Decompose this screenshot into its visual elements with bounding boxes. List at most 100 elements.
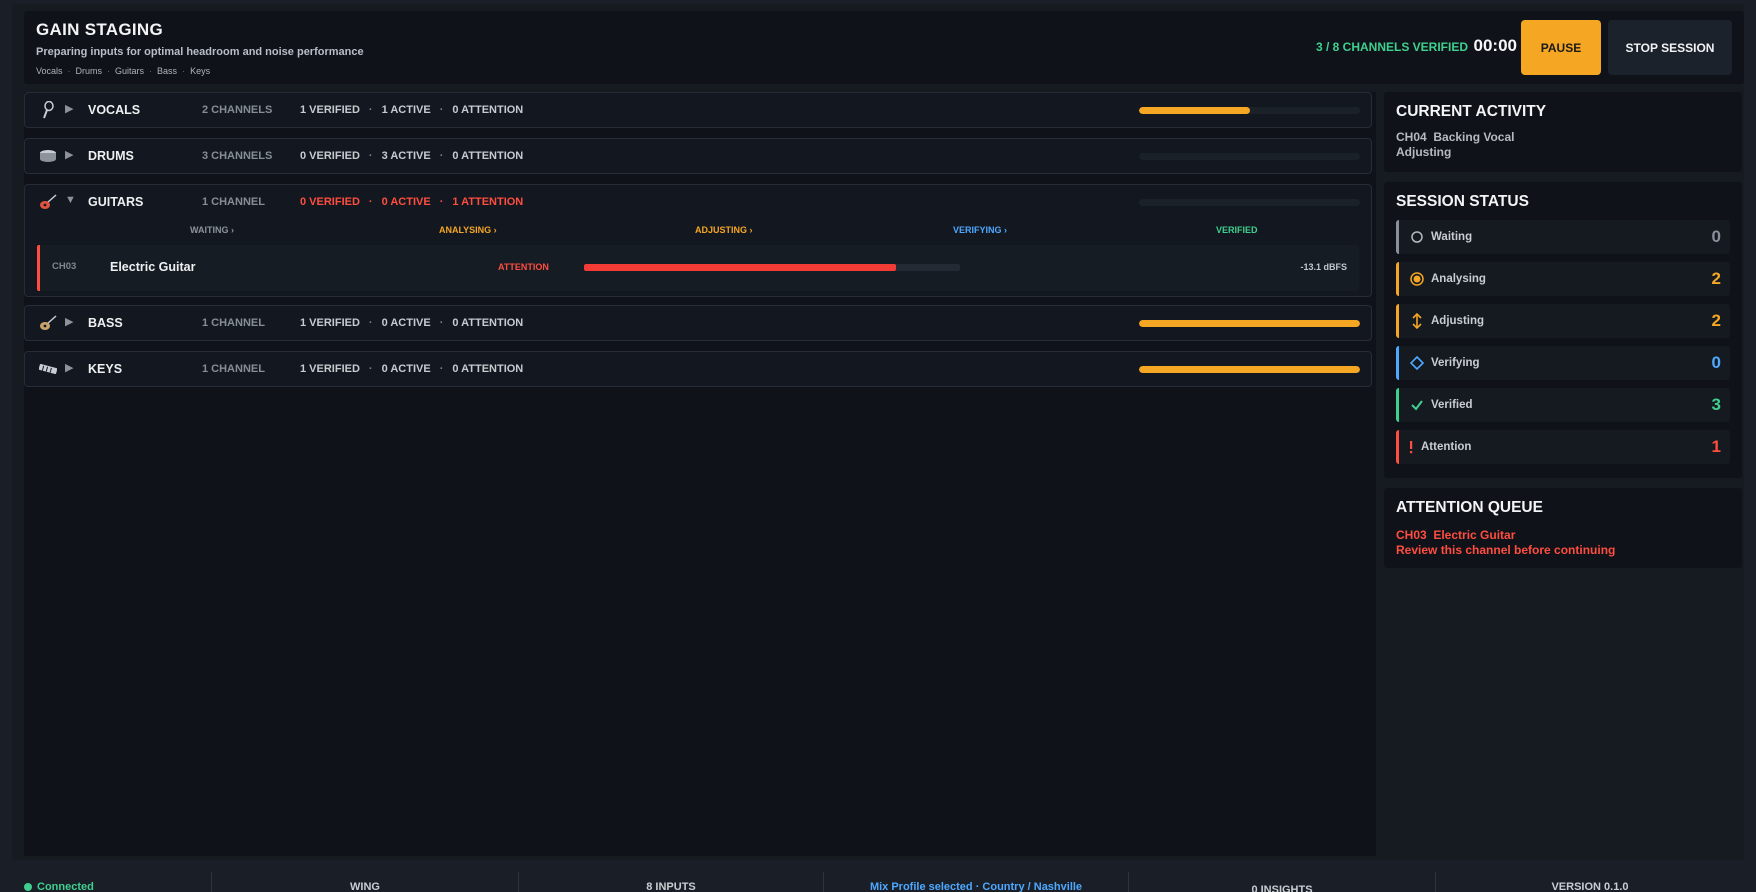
group-stats: 1 VERIFIED · 0 ACTIVE · 0 ATTENTION	[300, 317, 523, 329]
stat-separator: ·	[368, 150, 373, 162]
status-label: Attention	[1421, 441, 1472, 453]
status-label: Verifying	[1431, 357, 1480, 369]
active-count: 1 ACTIVE	[381, 104, 431, 116]
group-drums[interactable]: ▶ DRUMS 3 CHANNELS 0 VERIFIED · 3 ACTIVE…	[24, 138, 1372, 174]
active-count: 3 ACTIVE	[381, 150, 431, 162]
status-row-analysing[interactable]: Analysing 2	[1396, 262, 1730, 296]
category-vocals: Vocals	[36, 66, 63, 76]
connection-status: Connected	[12, 872, 212, 892]
pause-button[interactable]: PAUSE	[1521, 20, 1601, 75]
group-stats: 0 VERIFIED · 3 ACTIVE · 0 ATTENTION	[300, 150, 523, 162]
page-subtitle: Preparing inputs for optimal headroom an…	[36, 46, 364, 58]
channel-group-list: ▶ VOCALS 2 CHANNELS 1 VERIFIED · 1 ACTIV…	[24, 92, 1376, 856]
group-channel-count: 1 CHANNEL	[202, 317, 265, 329]
category-keys: Keys	[190, 66, 211, 76]
status-value: 0	[1711, 353, 1721, 372]
attention-count: 1 ATTENTION	[452, 196, 524, 208]
group-guitars[interactable]: ▼ GUITARS 1 CHANNEL 0 VERIFIED · 0 ACTIV…	[24, 184, 1372, 297]
channel-id: CH03	[52, 261, 77, 272]
exclamation-icon	[1403, 439, 1419, 455]
status-value: 3	[1711, 395, 1721, 414]
active-count: 0 ACTIVE	[381, 317, 431, 329]
attention-count: 0 ATTENTION	[452, 104, 524, 116]
group-progress-bar	[1139, 320, 1360, 327]
group-progress-bar	[1139, 199, 1360, 206]
connection-label: Connected	[37, 881, 94, 892]
category-separator: ·	[149, 66, 153, 76]
group-channel-count: 1 CHANNEL	[202, 196, 265, 208]
group-progress-bar	[1139, 107, 1360, 114]
attention-queue-panel: ATTENTION QUEUE CH03 Electric Guitar Rev…	[1384, 488, 1742, 568]
category-bass: Bass	[157, 66, 178, 76]
attention-queue-item[interactable]: CH03 Electric Guitar	[1396, 528, 1515, 542]
verified-count: 0 VERIFIED	[300, 196, 360, 208]
category-guitars: Guitars	[115, 66, 145, 76]
group-keys[interactable]: ▶ KEYS 1 CHANNEL 1 VERIFIED · 0 ACTIVE ·…	[24, 351, 1372, 387]
category-separator: ·	[107, 66, 111, 76]
group-name: DRUMS	[88, 149, 134, 163]
group-name: KEYS	[88, 362, 123, 376]
mix-profile-link[interactable]: Mix Profile selected · Country / Nashvil…	[824, 872, 1129, 892]
group-name: BASS	[88, 316, 123, 330]
status-row-waiting[interactable]: Waiting 0	[1396, 220, 1730, 254]
stop-session-button[interactable]: STOP SESSION	[1608, 20, 1732, 75]
attention-queue-message: Review this channel before continuing	[1396, 543, 1616, 557]
stage-waiting: WAITING ›	[190, 225, 234, 235]
up-down-arrow-icon	[1409, 312, 1425, 330]
verified-count: 1 VERIFIED	[300, 317, 360, 329]
guitar-icon	[38, 193, 58, 211]
session-status-title: SESSION STATUS	[1396, 193, 1529, 210]
stage-verifying: VERIFYING ›	[953, 225, 1008, 235]
group-progress-bar	[1139, 366, 1360, 373]
group-bass[interactable]: ▶ BASS 1 CHANNEL 1 VERIFIED · 0 ACTIVE ·…	[24, 305, 1372, 341]
session-status-panel: SESSION STATUS Waiting 0 Analysing 2 Adj…	[1384, 182, 1742, 478]
channel-name: Electric Guitar	[110, 260, 196, 274]
verified-count: 1 VERIFIED	[300, 104, 360, 116]
checkmark-icon	[1409, 397, 1425, 413]
device-name: WING	[212, 872, 519, 892]
attention-count: 0 ATTENTION	[452, 317, 524, 329]
status-row-adjusting[interactable]: Adjusting 2	[1396, 304, 1730, 338]
insights-count[interactable]: 0 INSIGHTS	[1129, 872, 1436, 892]
verified-summary: 3 / 8 CHANNELS VERIFIED	[1315, 40, 1468, 54]
stage-adjusting: ADJUSTING ›	[695, 225, 753, 235]
inputs-count: 8 INPUTS	[519, 872, 824, 892]
group-stats: 1 VERIFIED · 1 ACTIVE · 0 ATTENTION	[300, 104, 523, 116]
expand-caret-icon[interactable]: ▶	[65, 148, 73, 161]
stat-separator: ·	[439, 104, 444, 116]
group-name: VOCALS	[88, 103, 141, 117]
collapse-caret-icon[interactable]: ▼	[65, 194, 76, 206]
expand-caret-icon[interactable]: ▶	[65, 102, 73, 115]
stage-verified: VERIFIED	[1216, 225, 1258, 235]
status-row-attention[interactable]: Attention 1	[1396, 430, 1730, 464]
diamond-icon	[1409, 355, 1425, 371]
stat-separator: ·	[368, 196, 373, 208]
connection-dot-icon	[24, 883, 32, 891]
current-activity-state: Adjusting	[1396, 145, 1452, 159]
version-label: VERSION 0.1.0	[1551, 881, 1629, 892]
status-label: Verified	[1431, 399, 1473, 411]
group-stats: 0 VERIFIED · 0 ACTIVE · 1 ATTENTION	[300, 196, 523, 208]
channel-level-meter	[584, 264, 960, 271]
keyboard-icon	[38, 360, 58, 378]
session-header: GAIN STAGING Preparing inputs for optima…	[24, 11, 1744, 84]
status-bar: Connected WING 8 INPUTS Mix Profile sele…	[12, 872, 1744, 892]
category-drums: Drums	[75, 66, 103, 76]
group-vocals[interactable]: ▶ VOCALS 2 CHANNELS 1 VERIFIED · 1 ACTIV…	[24, 92, 1372, 128]
status-label: Adjusting	[1431, 315, 1485, 327]
stat-separator: ·	[368, 104, 373, 116]
stage-pipeline: WAITING › ANALYSING › ADJUSTING › VERIFY…	[25, 219, 1371, 241]
stat-separator: ·	[439, 196, 444, 208]
attention-count: 0 ATTENTION	[452, 363, 524, 375]
status-row-verified[interactable]: Verified 3	[1396, 388, 1730, 422]
current-activity-channel: CH04 Backing Vocal	[1396, 130, 1515, 144]
expand-caret-icon[interactable]: ▶	[65, 361, 73, 374]
channel-row-ch03[interactable]: CH03 Electric Guitar ATTENTION -13.1 dBF…	[37, 245, 1359, 291]
status-label: Waiting	[1431, 231, 1473, 243]
group-stats: 1 VERIFIED · 0 ACTIVE · 0 ATTENTION	[300, 363, 523, 375]
expand-caret-icon[interactable]: ▶	[65, 315, 73, 328]
group-progress-bar	[1139, 153, 1360, 160]
status-row-verifying[interactable]: Verifying 0	[1396, 346, 1730, 380]
group-channel-count: 2 CHANNELS	[202, 104, 273, 116]
group-name: GUITARS	[88, 195, 144, 209]
